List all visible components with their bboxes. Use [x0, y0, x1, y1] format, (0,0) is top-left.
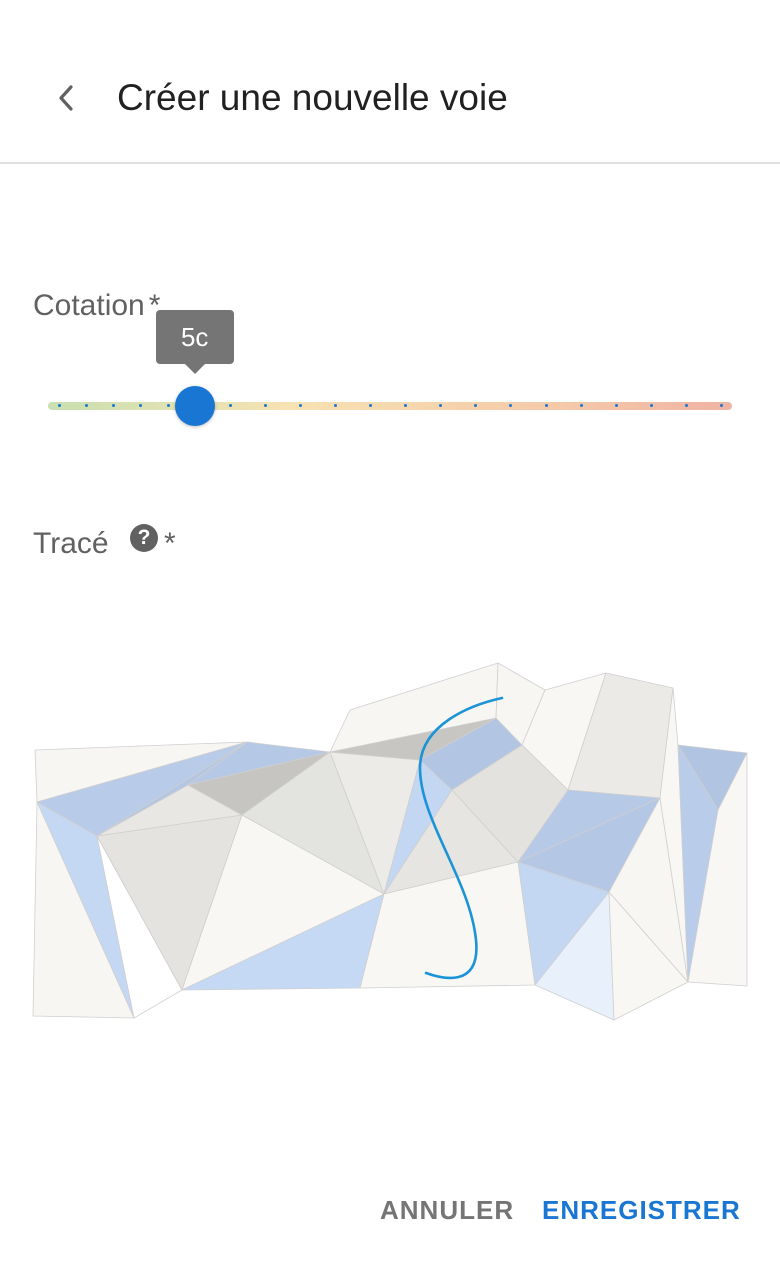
- back-button[interactable]: [40, 72, 92, 124]
- help-circle-icon[interactable]: ?: [130, 524, 158, 552]
- grade-slider[interactable]: 5c: [40, 310, 740, 432]
- slider-value-label: 5c: [155, 310, 234, 374]
- slider-tick: [58, 404, 61, 407]
- slider-tick: [298, 404, 302, 407]
- page-title: Créer une nouvelle voie: [117, 77, 508, 118]
- trace-label-text: Tracé: [33, 527, 109, 560]
- slider-tick: [614, 404, 618, 407]
- required-marker: *: [164, 527, 176, 560]
- slider-tick: [544, 404, 548, 407]
- cancel-button[interactable]: ANNULER: [380, 1188, 514, 1232]
- app-bar: Créer une nouvelle voie: [0, 0, 780, 164]
- slider-tick: [684, 404, 688, 407]
- slider-tick: [166, 404, 170, 407]
- save-button[interactable]: ENREGISTRER: [542, 1188, 741, 1232]
- slider-tick: [649, 404, 653, 407]
- slider-thumb[interactable]: [174, 386, 215, 426]
- slider-tick: [720, 404, 723, 407]
- slider-tick: [579, 404, 583, 407]
- grade-field-label: Cotation *: [33, 288, 160, 324]
- climbing-wall-canvas[interactable]: [0, 640, 780, 1040]
- trace-field-label: Tracé: [33, 526, 109, 562]
- slider-tick: [263, 404, 267, 407]
- slider-tick: [228, 404, 232, 407]
- slider-track[interactable]: [48, 402, 732, 410]
- grade-label-text: Cotation: [33, 289, 145, 322]
- chevron-left-icon: [59, 85, 73, 111]
